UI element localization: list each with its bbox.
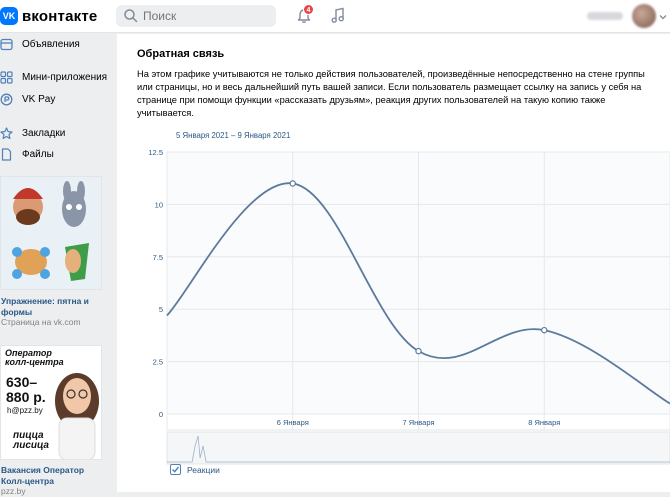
ad-title[interactable]: Вакансия Оператор Колл-центра [1, 465, 101, 487]
feedback-description: На этом графике учитываются не только де… [137, 69, 645, 118]
ad-image-headline: Оператор колл-центра [5, 348, 64, 367]
file-icon [1, 147, 12, 161]
sidebar-item-bookmarks[interactable]: Закладки [0, 124, 65, 142]
ad-image-stickers[interactable] [0, 176, 102, 290]
sidebar-item-label: Объявления [22, 38, 80, 50]
music-icon[interactable] [330, 7, 346, 24]
y-tick-label: 5 [159, 305, 163, 314]
search-box[interactable] [116, 5, 276, 27]
data-point[interactable] [289, 180, 296, 187]
ad-image-salary: 630– 880 р. [6, 374, 46, 405]
y-tick-label: 12.5 [148, 148, 163, 157]
data-point[interactable] [541, 326, 548, 334]
sidebar-item-label: Закладки [22, 127, 66, 139]
ad-image-call-center[interactable]: Оператор колл-центра 630– 880 р. h@pzz.b… [0, 345, 102, 460]
y-tick-label: 7.5 [153, 253, 163, 262]
sidebar-item-label: VK Pay [22, 93, 56, 105]
sidebar-item-classifieds[interactable]: Объявления [0, 35, 80, 53]
sidebar-item-vk-pay[interactable]: VK Pay [0, 90, 55, 108]
left-sidebar: Объявления Мини-приложения VK Pay Заклад… [0, 34, 116, 496]
legend-checkbox[interactable] [170, 464, 181, 475]
user-avatar[interactable] [632, 4, 656, 28]
ad-image-email: h@pzz.by [7, 406, 43, 415]
navigator-panel[interactable] [166, 431, 670, 465]
logo-text: вконтакте [22, 7, 98, 25]
ad-subtitle: Страница на vk.com [1, 317, 81, 327]
y-tick-label: 0 [159, 410, 163, 419]
vk-logo[interactable]: VK вконтакте [0, 7, 97, 25]
sidebar-item-files[interactable]: Файлы [0, 145, 54, 163]
date-range[interactable]: 5 Января 2021 – 9 Января 2021 [176, 131, 290, 140]
bookmark-star-icon [0, 126, 13, 139]
ad-image-brand: пицца лисица [13, 430, 49, 451]
data-point[interactable] [415, 347, 422, 355]
check-icon [172, 466, 180, 473]
sticker-illustration [12, 181, 89, 281]
user-name-blurred[interactable] [587, 12, 623, 20]
top-bar: VK вконтакте 4 [0, 0, 670, 33]
sidebar-item-mini-apps[interactable]: Мини-приложения [0, 68, 107, 86]
x-tick-label: 6 Января [277, 418, 309, 427]
vk-pay-icon [0, 93, 13, 105]
search-input[interactable] [143, 9, 263, 23]
legend[interactable]: Реакции [170, 464, 220, 475]
x-tick-label: 7 Января [402, 418, 434, 427]
search-icon [124, 9, 138, 23]
chevron-down-icon[interactable] [659, 14, 667, 20]
sidebar-item-label: Мини-приложения [22, 71, 108, 83]
classifieds-icon [0, 38, 13, 50]
legend-label: Реакции [187, 464, 220, 475]
ad-title[interactable]: Упражнение: пятна и формы [1, 296, 101, 318]
y-tick-label: 10 [155, 200, 163, 209]
y-tick-label: 2.5 [153, 358, 163, 367]
mini-apps-icon [0, 70, 13, 84]
notifications-badge: 4 [303, 4, 314, 15]
x-tick-label: 8 Января [528, 418, 560, 427]
vk-logo-icon: VK [0, 7, 18, 25]
feedback-chart[interactable]: 0 2.5 5 7.5 10 12.5 6 Января 7 Января 8 Января [143, 146, 670, 466]
feedback-panel: Обратная связь На этом графике учитывают… [117, 34, 670, 492]
sidebar-item-label: Файлы [22, 148, 54, 160]
page-title: Обратная связь [137, 48, 225, 60]
